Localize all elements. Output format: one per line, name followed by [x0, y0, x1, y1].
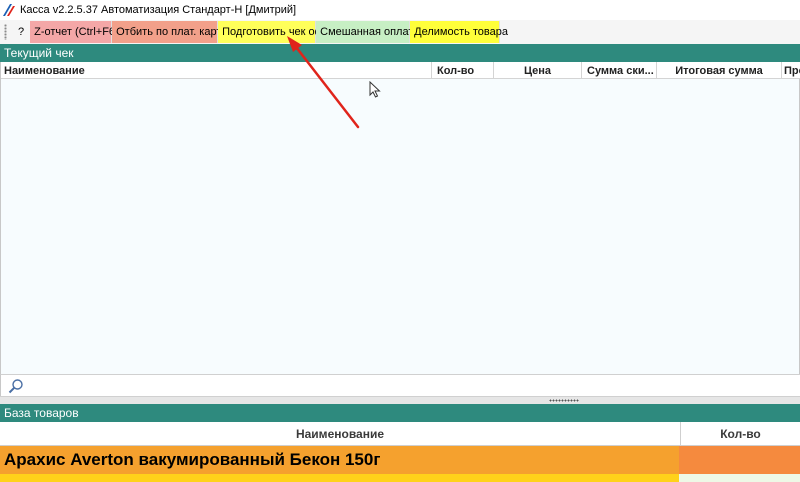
column-price[interactable]: Цена [494, 62, 582, 79]
main-toolbar: ? Z-отчет (Ctrl+F6) Отбить по плат. карт… [0, 20, 800, 44]
product-name-cell[interactable]: Арахис Averton вакумированный Бекон 150г [0, 446, 679, 474]
prepare-check-button[interactable]: Подготовить чек оф [218, 21, 324, 43]
toolbar-grip-icon[interactable] [4, 24, 7, 40]
column-extra[interactable]: Про [782, 62, 800, 79]
search-icon[interactable] [8, 378, 24, 394]
table-row[interactable]: Арахис Averton вакумированный Бекон 150г [0, 446, 800, 474]
panel-splitter[interactable] [0, 396, 800, 404]
column-quantity[interactable]: Кол-во [432, 62, 494, 79]
product-base-header: База товаров [0, 404, 800, 422]
product-name-cell[interactable] [0, 474, 679, 482]
splitter-grip-icon[interactable] [549, 399, 579, 402]
product-search-bar[interactable] [0, 374, 800, 396]
mixed-payment-button[interactable]: Смешанная оплата [316, 21, 419, 43]
z-report-button[interactable]: Z-отчет (Ctrl+F6) [30, 21, 119, 43]
product-quantity-cell[interactable] [679, 446, 800, 474]
product-column-quantity[interactable]: Кол-во [680, 422, 800, 446]
product-column-headers: Наименование Кол-во [0, 422, 800, 446]
table-row[interactable] [0, 474, 800, 482]
check-column-headers: Наименование Кол-во Цена Сумма ски... Ит… [1, 62, 800, 79]
window-titlebar[interactable]: Касса v2.2.5.37 Автоматизация Стандарт-Н… [0, 0, 800, 20]
product-column-name[interactable]: Наименование [0, 422, 680, 446]
window-title: Касса v2.2.5.37 Автоматизация Стандарт-Н… [20, 4, 297, 16]
kassa-logo-icon [3, 4, 15, 16]
column-name[interactable]: Наименование [1, 62, 432, 79]
help-button[interactable]: ? [12, 26, 30, 38]
product-quantity-cell[interactable] [679, 474, 800, 482]
card-payment-button[interactable]: Отбить по плат. карте [112, 21, 227, 43]
current-check-grid[interactable]: Наименование Кол-во Цена Сумма ски... Ит… [0, 62, 800, 374]
mouse-cursor-icon [369, 81, 381, 98]
divisibility-button[interactable]: Делимость товара [410, 21, 508, 43]
column-total-sum[interactable]: Итоговая сумма [657, 62, 782, 79]
current-check-header: Текущий чек [0, 44, 800, 62]
column-discount-sum[interactable]: Сумма ски... [582, 62, 657, 79]
